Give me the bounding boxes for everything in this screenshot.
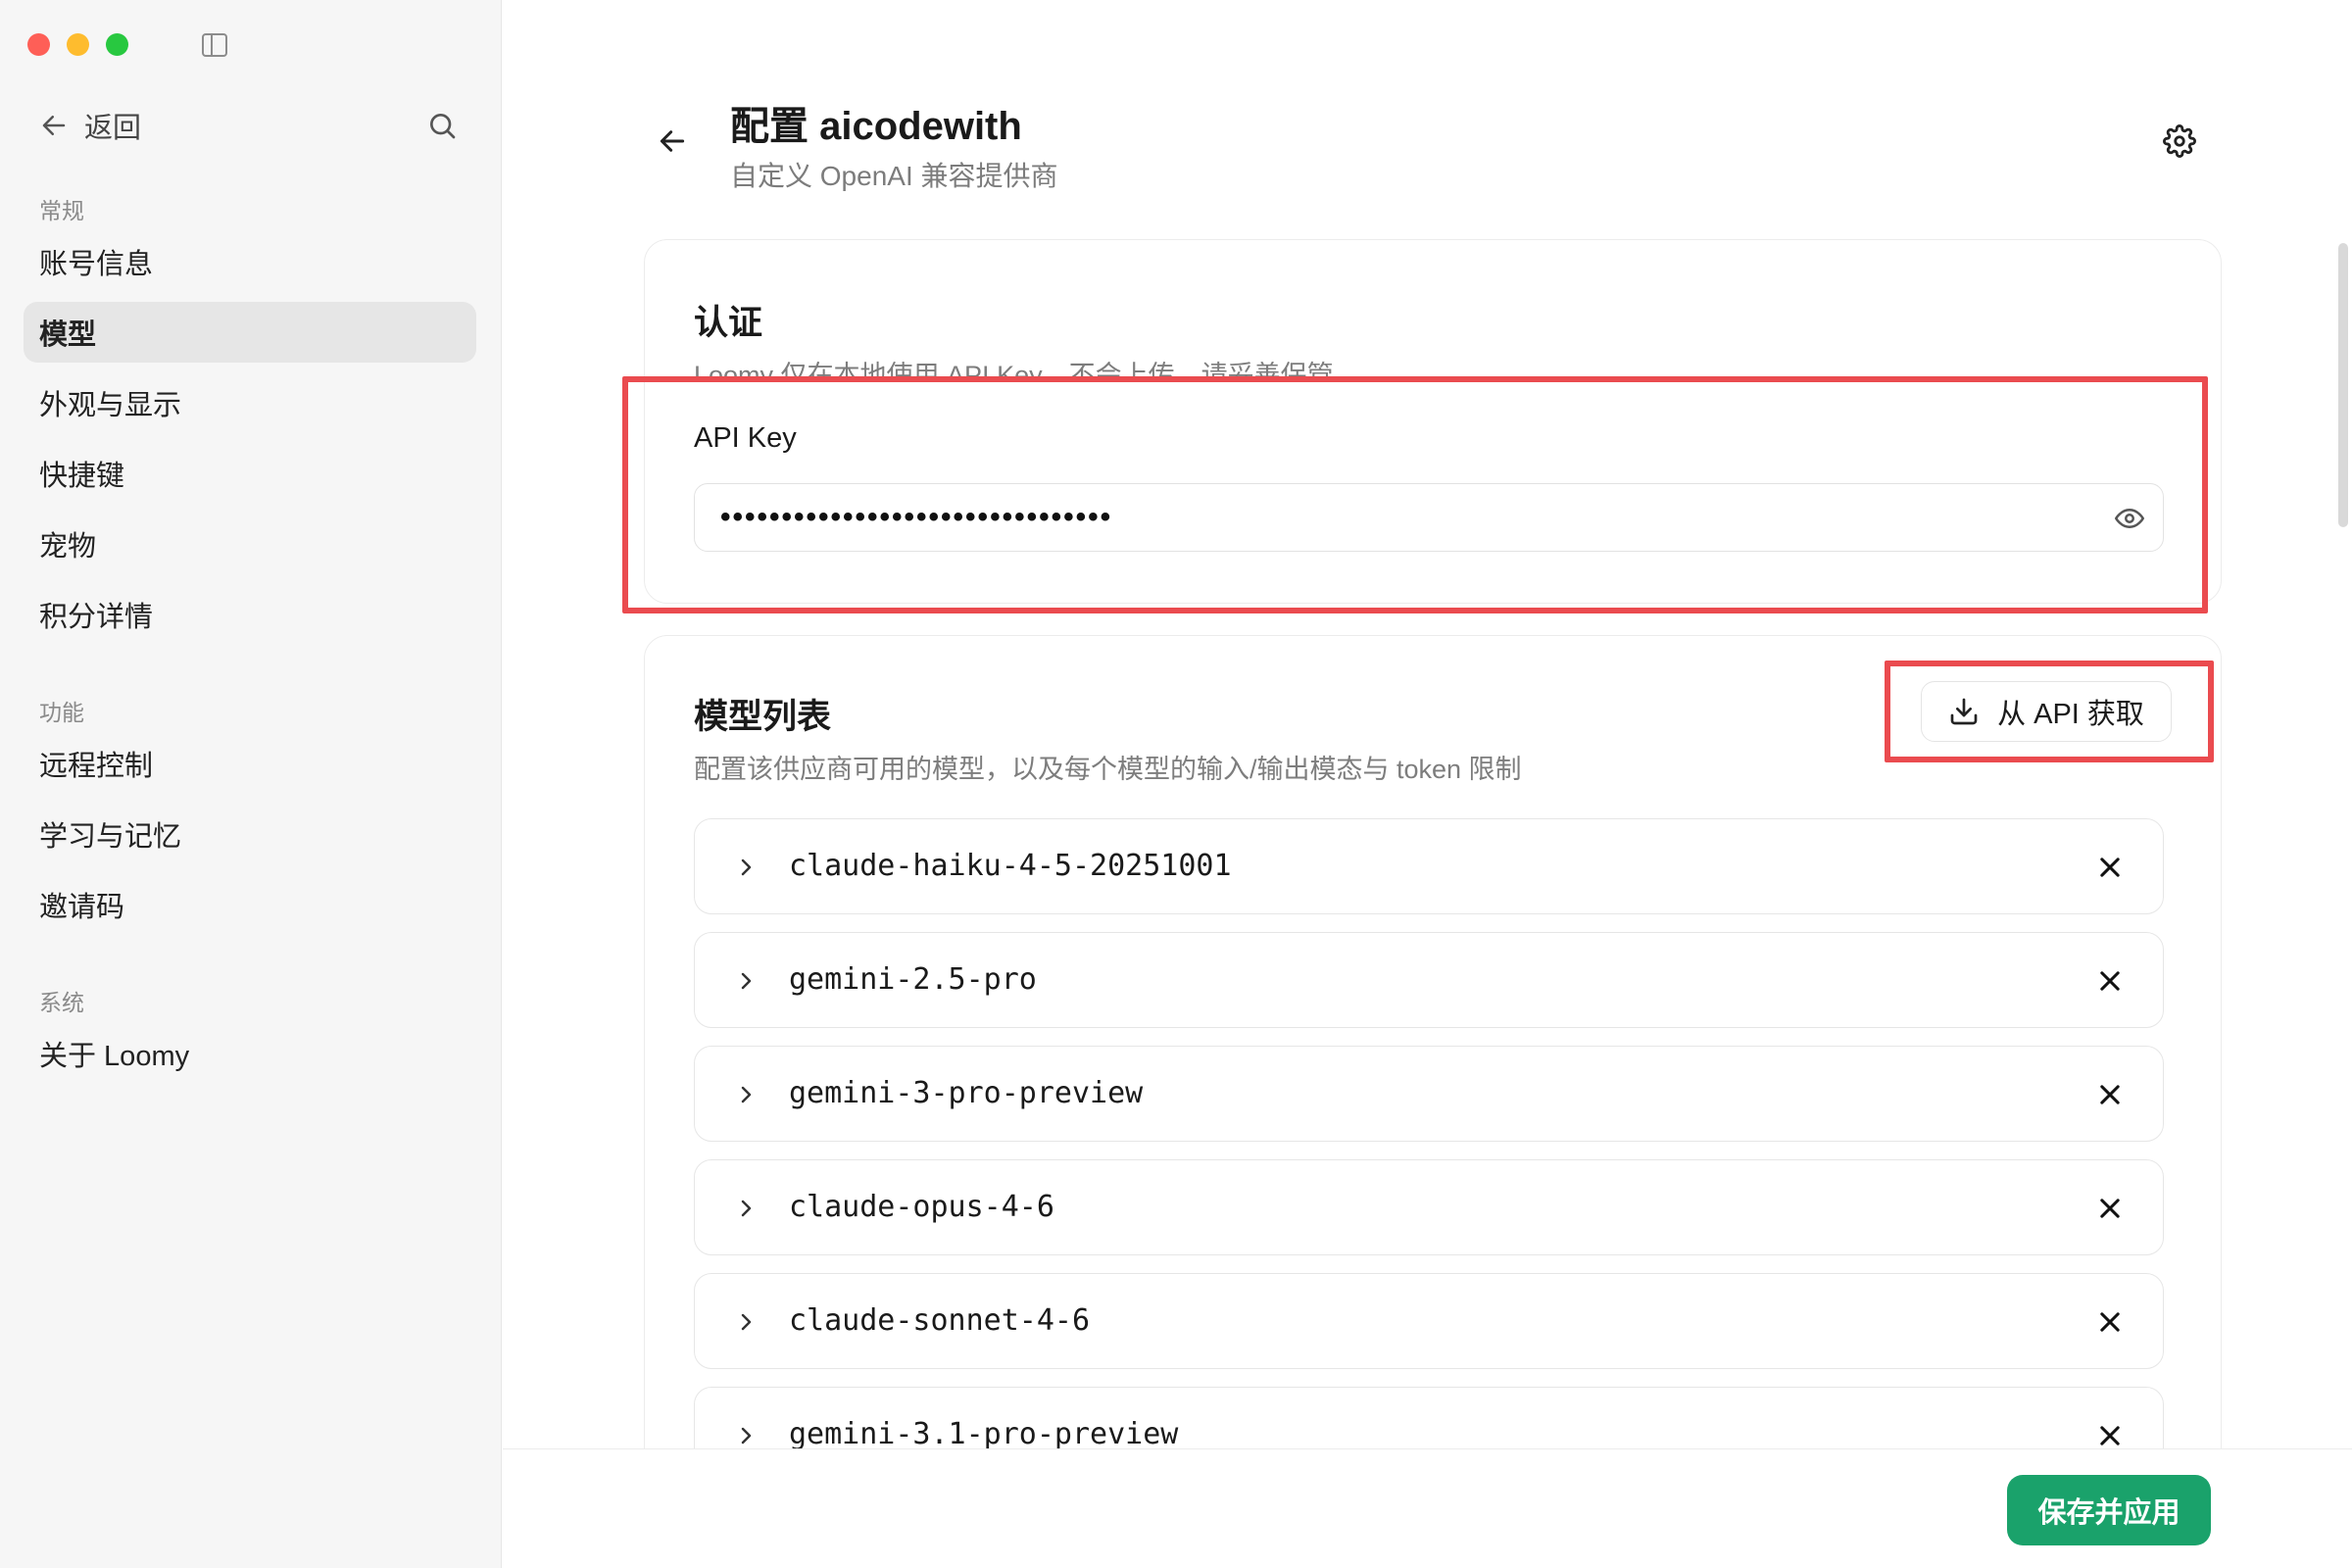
chevron-right-icon[interactable]	[734, 969, 758, 993]
section-label-system: 系统	[39, 990, 84, 1015]
models-description: 配置该供应商可用的模型，以及每个模型的输入/输出模态与 token 限制	[694, 755, 1522, 784]
model-row[interactable]: gemini-2.5-pro	[694, 932, 2164, 1028]
model-row[interactable]: gemini-3-pro-preview	[694, 1046, 2164, 1142]
sidebar-item-pets[interactable]: 宠物	[24, 514, 476, 574]
auth-title: 认证	[694, 304, 763, 342]
sidebar-toggle-icon[interactable]	[202, 33, 227, 57]
minimize-window-button[interactable]	[67, 33, 89, 56]
close-icon[interactable]	[2096, 1081, 2124, 1108]
download-icon	[1950, 698, 1978, 725]
model-row[interactable]: claude-haiku-4-5-20251001	[694, 818, 2164, 914]
sidebar-item-account[interactable]: 账号信息	[24, 231, 476, 292]
models-title: 模型列表	[694, 698, 832, 736]
model-name: gemini-3.1-pro-preview	[789, 1417, 1179, 1451]
page-subtitle: 自定义 OpenAI 兼容提供商	[730, 161, 1058, 191]
chevron-right-icon[interactable]	[734, 1310, 758, 1334]
chevron-right-icon[interactable]	[734, 1197, 758, 1220]
page-title: 配置 aicodewith	[730, 105, 1022, 148]
window-controls	[27, 33, 128, 56]
eye-icon[interactable]	[2114, 504, 2145, 533]
model-row[interactable]: claude-sonnet-4-6	[694, 1273, 2164, 1369]
model-name: claude-haiku-4-5-20251001	[789, 849, 1232, 883]
maximize-window-button[interactable]	[106, 33, 128, 56]
sidebar-item-invite-code[interactable]: 邀请码	[24, 874, 476, 935]
sidebar-item-appearance[interactable]: 外观与显示	[24, 372, 476, 433]
chevron-right-icon[interactable]	[734, 1424, 758, 1447]
section-label-general: 常规	[39, 198, 84, 223]
arrow-left-icon[interactable]	[39, 111, 69, 140]
model-name: gemini-2.5-pro	[789, 962, 1037, 997]
save-apply-button[interactable]: 保存并应用	[2007, 1475, 2211, 1545]
search-icon[interactable]	[426, 110, 458, 141]
sidebar-back-row: 返回	[39, 106, 458, 145]
section-label-features: 功能	[39, 700, 84, 725]
gear-icon[interactable]	[2163, 124, 2196, 158]
auth-description: Loomy 仅在本地使用 API Key，不会上传，请妥善保管	[694, 361, 1334, 377]
auth-card: 认证 Loomy 仅在本地使用 API Key，不会上传，请妥善保管 API K…	[644, 239, 2222, 604]
footer-bar: 保存并应用	[503, 1448, 2352, 1568]
close-icon[interactable]	[2096, 1195, 2124, 1222]
api-key-value: ••••••••••••••••••••••••••••••••	[720, 501, 1113, 533]
close-icon[interactable]	[2096, 1422, 2124, 1449]
fetch-from-api-button[interactable]: 从 API 获取	[1921, 681, 2172, 742]
model-name: gemini-3-pro-preview	[789, 1076, 1144, 1110]
sidebar-item-models[interactable]: 模型	[24, 302, 476, 363]
api-key-label: API Key	[694, 422, 797, 454]
models-card: 模型列表 配置该供应商可用的模型，以及每个模型的输入/输出模态与 token 限…	[644, 635, 2222, 1568]
sidebar-item-remote-control[interactable]: 远程控制	[24, 733, 476, 794]
main-content: 配置 aicodewith 自定义 OpenAI 兼容提供商 认证 Loomy …	[503, 0, 2352, 1568]
model-name: claude-opus-4-6	[789, 1190, 1054, 1224]
model-row[interactable]: claude-opus-4-6	[694, 1159, 2164, 1255]
model-name: claude-sonnet-4-6	[789, 1303, 1091, 1338]
close-icon[interactable]	[2096, 967, 2124, 995]
arrow-left-icon[interactable]	[657, 125, 688, 157]
chevron-right-icon[interactable]	[734, 1083, 758, 1106]
close-icon[interactable]	[2096, 1308, 2124, 1336]
api-key-field[interactable]: ••••••••••••••••••••••••••••••••	[694, 483, 2164, 552]
scrollbar[interactable]	[2338, 243, 2348, 527]
sidebar: 返回 常规 账号信息 模型 外观与显示 快捷键 宠物 积分详情 功能 远程控制 …	[0, 0, 502, 1568]
back-button[interactable]: 返回	[84, 105, 141, 146]
fetch-from-api-label: 从 API 获取	[1997, 699, 2144, 730]
sidebar-item-credits[interactable]: 积分详情	[24, 584, 476, 645]
sidebar-item-shortcuts[interactable]: 快捷键	[24, 443, 476, 504]
sidebar-item-learning-memory[interactable]: 学习与记忆	[24, 804, 476, 864]
close-window-button[interactable]	[27, 33, 50, 56]
close-icon[interactable]	[2096, 854, 2124, 881]
sidebar-item-about[interactable]: 关于 Loomy	[24, 1023, 476, 1084]
chevron-right-icon[interactable]	[734, 856, 758, 879]
